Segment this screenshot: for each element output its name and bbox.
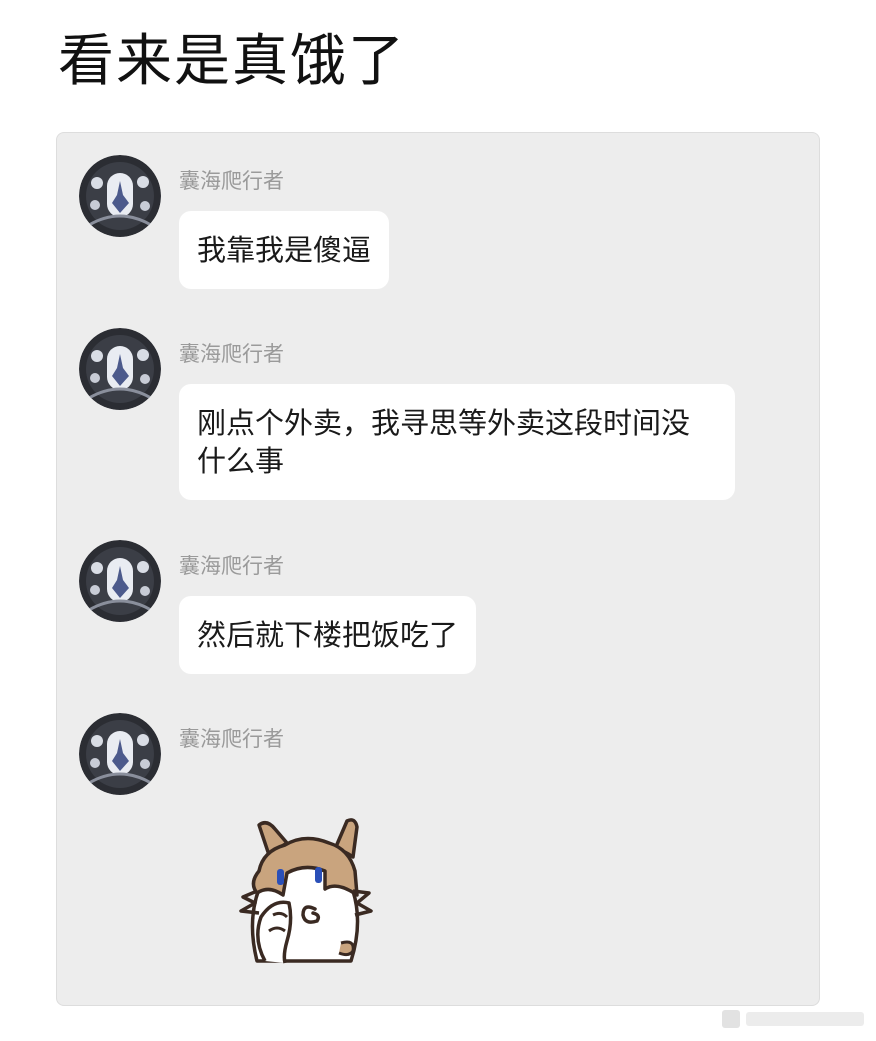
- avatar[interactable]: [79, 713, 161, 795]
- sender-name: 囊海爬行者: [179, 554, 284, 578]
- sender-name: 囊海爬行者: [179, 169, 284, 193]
- watermark-logo: [722, 1006, 868, 1032]
- chat-screenshot-card: 囊海爬行者 我靠我是傻逼 囊海爬行者 刚点个外卖，我寻思等外卖这段时间没什么事: [56, 132, 820, 1006]
- cat-covering-face-sticker[interactable]: [229, 811, 379, 971]
- message-bubble[interactable]: 刚点个外卖，我寻思等外卖这段时间没什么事: [179, 384, 735, 500]
- sender-name: 囊海爬行者: [179, 342, 284, 366]
- sender-name: 囊海爬行者: [179, 727, 284, 751]
- message-bubble[interactable]: 然后就下楼把饭吃了: [179, 596, 477, 674]
- avatar[interactable]: [79, 155, 161, 237]
- message-bubble[interactable]: 我靠我是傻逼: [179, 211, 390, 289]
- avatar[interactable]: [79, 540, 161, 622]
- post-title: 看来是真饿了: [58, 29, 406, 94]
- avatar[interactable]: [79, 328, 161, 410]
